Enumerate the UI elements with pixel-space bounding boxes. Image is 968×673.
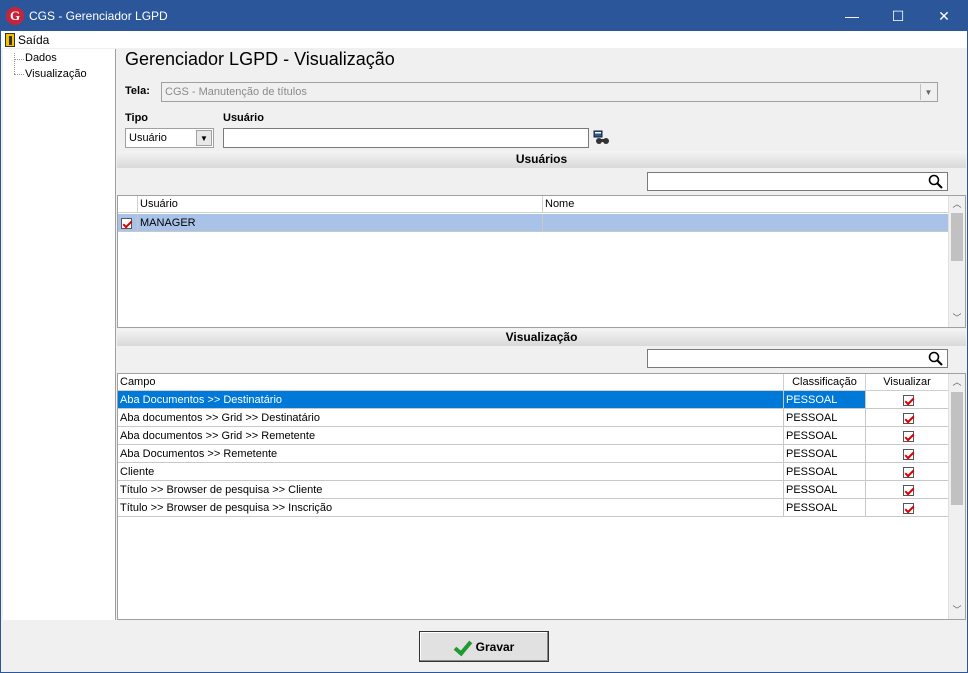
navigation-tree: Dados Visualização bbox=[3, 49, 116, 620]
tipo-select-value: Usuário bbox=[129, 132, 167, 144]
checkmark-icon bbox=[454, 639, 470, 655]
checkbox-checked[interactable] bbox=[902, 394, 914, 406]
usuario-label: Usuário bbox=[223, 112, 264, 124]
chevron-down-icon: ▼ bbox=[920, 84, 936, 100]
maximize-button[interactable]: ☐ bbox=[875, 1, 921, 31]
view-grid-header-visualizar[interactable]: Visualizar bbox=[866, 374, 949, 391]
view-cell-visualizar[interactable] bbox=[866, 463, 949, 481]
view-cell-campo: Título >> Browser de pesquisa >> Cliente bbox=[118, 481, 784, 499]
users-grid-header-usuario[interactable]: Usuário bbox=[138, 196, 543, 213]
tipo-label: Tipo bbox=[125, 112, 149, 124]
scroll-down-icon[interactable]: ﹀ bbox=[949, 602, 965, 619]
view-search-input[interactable] bbox=[647, 349, 948, 368]
view-cell-classificacao: PESSOAL bbox=[784, 463, 866, 481]
view-cell-classificacao: PESSOAL bbox=[784, 409, 866, 427]
exit-door-icon bbox=[5, 32, 15, 47]
tree-item-dados[interactable]: Dados bbox=[25, 52, 57, 64]
view-cell-campo: Título >> Browser de pesquisa >> Inscriç… bbox=[118, 499, 784, 517]
view-cell-classificacao: PESSOAL bbox=[784, 427, 866, 445]
search-icon[interactable] bbox=[928, 174, 943, 189]
users-cell-nome bbox=[543, 214, 950, 232]
view-cell-classificacao: PESSOAL bbox=[784, 499, 866, 517]
user-lookup-button[interactable] bbox=[593, 130, 611, 146]
binoculars-icon bbox=[593, 130, 609, 144]
save-button[interactable]: Gravar bbox=[419, 631, 549, 662]
scroll-down-icon[interactable]: ﹀ bbox=[949, 310, 965, 327]
minimize-button[interactable]: — bbox=[829, 1, 875, 31]
users-grid-header-nome[interactable]: Nome bbox=[543, 196, 950, 213]
view-grid: Campo Classificação Visualizar Aba Docum… bbox=[117, 373, 966, 620]
view-cell-classificacao: PESSOAL bbox=[784, 391, 866, 409]
scrollbar-thumb[interactable] bbox=[951, 392, 963, 505]
tree-item-visualizacao[interactable]: Visualização bbox=[25, 68, 87, 80]
users-grid-header-checkbox bbox=[118, 196, 138, 213]
view-cell-campo: Cliente bbox=[118, 463, 784, 481]
users-section-header: Usuários bbox=[117, 151, 966, 168]
view-cell-visualizar[interactable] bbox=[866, 481, 949, 499]
view-section-header: Visualização bbox=[117, 329, 966, 346]
tipo-select[interactable]: Usuário ▼ bbox=[125, 128, 214, 148]
exit-menu-item[interactable]: Saída bbox=[5, 32, 49, 47]
view-cell-visualizar[interactable] bbox=[866, 499, 949, 517]
scrollbar-thumb[interactable] bbox=[951, 213, 963, 261]
menu-bar: Saída bbox=[1, 31, 967, 48]
tela-label: Tela: bbox=[125, 85, 150, 97]
checkbox-checked[interactable] bbox=[902, 502, 914, 514]
checkbox-checked[interactable] bbox=[902, 466, 914, 478]
view-cell-campo: Aba Documentos >> Remetente bbox=[118, 445, 784, 463]
view-grid-header-campo[interactable]: Campo bbox=[118, 374, 784, 391]
users-cell-usuario: MANAGER bbox=[138, 214, 543, 232]
view-cell-visualizar[interactable] bbox=[866, 409, 949, 427]
users-search-input[interactable] bbox=[647, 172, 948, 191]
save-button-label: Gravar bbox=[475, 639, 515, 654]
tree-connector bbox=[14, 74, 24, 75]
view-grid-scrollbar[interactable]: ︿ ﹀ bbox=[948, 374, 965, 619]
view-cell-classificacao: PESSOAL bbox=[784, 481, 866, 499]
view-cell-campo: Aba Documentos >> Destinatário bbox=[118, 391, 784, 409]
row-checkbox-cell[interactable] bbox=[118, 214, 138, 232]
page-title: Gerenciador LGPD - Visualização bbox=[125, 49, 395, 69]
view-cell-campo: Aba documentos >> Grid >> Destinatário bbox=[118, 409, 784, 427]
checkbox-checked[interactable] bbox=[121, 217, 132, 229]
exit-menu-label: Saída bbox=[18, 32, 50, 47]
users-grid: Usuário Nome MANAGER ︿ ﹀ bbox=[117, 195, 966, 328]
view-cell-visualizar[interactable] bbox=[866, 391, 949, 409]
tree-connector bbox=[14, 59, 24, 60]
usuario-input[interactable] bbox=[223, 128, 589, 148]
tree-connector bbox=[14, 53, 15, 74]
app-logo-icon: G bbox=[6, 7, 24, 25]
tela-select-value: CGS - Manutenção de títulos bbox=[165, 86, 307, 98]
view-cell-classificacao: PESSOAL bbox=[784, 445, 866, 463]
view-grid-header-classificacao[interactable]: Classificação bbox=[784, 374, 866, 391]
scroll-up-icon[interactable]: ︿ bbox=[949, 196, 965, 213]
search-icon[interactable] bbox=[928, 351, 943, 366]
app-window: G CGS - Gerenciador LGPD — ☐ ✕ Saída Dad… bbox=[0, 0, 968, 673]
tela-select[interactable]: CGS - Manutenção de títulos ▼ bbox=[161, 82, 938, 102]
checkbox-checked[interactable] bbox=[902, 484, 914, 496]
view-cell-visualizar[interactable] bbox=[866, 427, 949, 445]
title-bar: G CGS - Gerenciador LGPD — ☐ ✕ bbox=[1, 1, 967, 31]
checkbox-checked[interactable] bbox=[902, 430, 914, 442]
close-button[interactable]: ✕ bbox=[921, 1, 967, 31]
view-cell-campo: Aba documentos >> Grid >> Remetente bbox=[118, 427, 784, 445]
window-title: CGS - Gerenciador LGPD bbox=[29, 9, 168, 23]
checkbox-checked[interactable] bbox=[902, 448, 914, 460]
chevron-down-icon: ▼ bbox=[196, 130, 212, 146]
checkbox-checked[interactable] bbox=[902, 412, 914, 424]
users-grid-scrollbar[interactable]: ︿ ﹀ bbox=[948, 196, 965, 327]
view-cell-visualizar[interactable] bbox=[866, 445, 949, 463]
scroll-up-icon[interactable]: ︿ bbox=[949, 374, 965, 391]
